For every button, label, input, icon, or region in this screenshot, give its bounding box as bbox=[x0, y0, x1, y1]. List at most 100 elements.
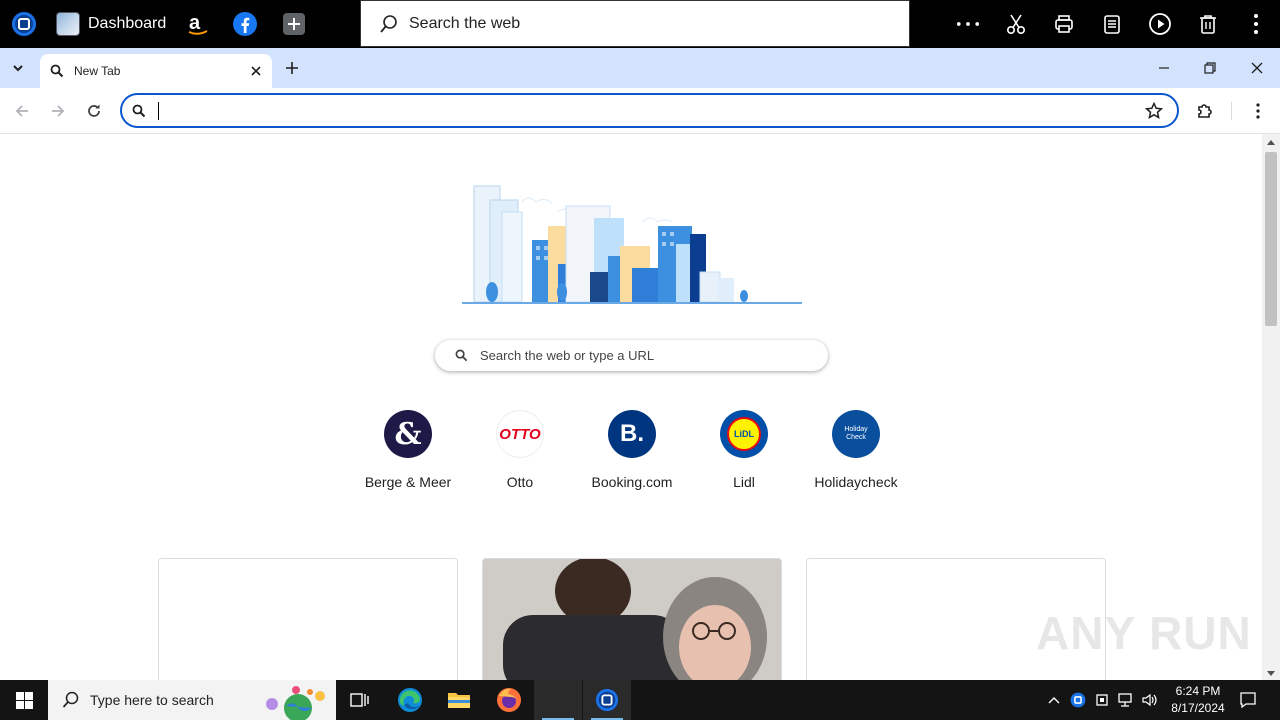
reload-icon bbox=[88, 104, 100, 117]
scrollbar-thumb[interactable] bbox=[1265, 152, 1277, 326]
forward-button[interactable] bbox=[46, 99, 70, 123]
svg-text:a: a bbox=[189, 12, 201, 34]
shortcut-booking[interactable]: B. Booking.com bbox=[576, 410, 688, 490]
dashboard-icon bbox=[56, 12, 80, 36]
firefox-taskbar-button[interactable] bbox=[485, 680, 533, 720]
watermark: ANY RUN bbox=[1036, 607, 1252, 659]
close-window-button[interactable] bbox=[1245, 56, 1269, 80]
shortcut-label: Otto bbox=[506, 474, 534, 490]
shortcut-holidaycheck[interactable]: Holiday Check Holidaycheck bbox=[800, 410, 912, 490]
address-bar[interactable] bbox=[120, 93, 1179, 128]
trash-icon[interactable] bbox=[1196, 12, 1220, 36]
search-icon bbox=[50, 64, 64, 78]
booking-logo-icon: B. bbox=[608, 410, 656, 458]
tab-search-button[interactable] bbox=[6, 56, 30, 80]
feed-card-news-photo[interactable] bbox=[482, 558, 782, 680]
clock-date: 8/17/2024 bbox=[1171, 701, 1225, 715]
edge-taskbar-button[interactable] bbox=[386, 680, 434, 720]
firefox-icon bbox=[497, 688, 521, 712]
browser-toolbar bbox=[0, 88, 1280, 134]
app-logo-icon[interactable] bbox=[10, 10, 38, 38]
close-tab-button[interactable] bbox=[248, 63, 264, 79]
shortcut-label: Lidl bbox=[733, 474, 755, 490]
search-icon bbox=[132, 104, 146, 118]
app-logo-icon bbox=[595, 688, 619, 712]
ntp-search-placeholder: Search the web or type a URL bbox=[480, 348, 655, 363]
app-bar: Dashboard a Search the web bbox=[0, 0, 1280, 48]
network-icon[interactable] bbox=[1116, 690, 1136, 710]
city-skyline-illustration bbox=[462, 185, 802, 304]
system-clock[interactable]: 6:24 PM 8/17/2024 bbox=[1160, 683, 1236, 717]
search-icon bbox=[62, 691, 79, 708]
notifications-button[interactable] bbox=[1238, 690, 1258, 710]
shortcut-label: Holidaycheck bbox=[814, 474, 898, 490]
windows-logo-icon bbox=[15, 691, 33, 709]
notification-icon bbox=[1240, 692, 1256, 709]
close-icon bbox=[251, 66, 261, 76]
web-search-box[interactable]: Search the web bbox=[360, 0, 910, 47]
reload-button[interactable] bbox=[82, 99, 106, 123]
new-tab-button[interactable] bbox=[280, 56, 304, 80]
taskbar-search[interactable]: Type here to search bbox=[48, 680, 336, 720]
clipboard-icon[interactable] bbox=[1100, 12, 1124, 36]
chevron-down-icon bbox=[13, 65, 23, 72]
active-app-taskbar-button[interactable] bbox=[583, 680, 631, 720]
shortcut-berge-meer[interactable]: & Berge & Meer bbox=[352, 410, 464, 490]
back-button[interactable] bbox=[10, 99, 34, 123]
app-taskbar-button[interactable] bbox=[534, 680, 582, 720]
ntp-search-box[interactable]: Search the web or type a URL bbox=[435, 340, 828, 371]
news-photo-image bbox=[483, 559, 781, 680]
browser-menu-button[interactable] bbox=[1246, 99, 1270, 123]
amazon-icon[interactable]: a bbox=[184, 10, 212, 38]
arrow-right-icon bbox=[52, 105, 65, 117]
tab-title: New Tab bbox=[74, 64, 121, 78]
facebook-icon[interactable] bbox=[231, 10, 259, 38]
kebab-menu-icon bbox=[1256, 103, 1260, 119]
taskbar-search-placeholder: Type here to search bbox=[90, 692, 214, 708]
restore-icon bbox=[1204, 62, 1216, 74]
volume-icon[interactable] bbox=[1140, 690, 1160, 710]
bookmark-star-icon[interactable] bbox=[1145, 102, 1163, 120]
close-icon bbox=[1251, 62, 1263, 74]
web-search-placeholder: Search the web bbox=[409, 14, 521, 32]
vertical-scrollbar[interactable] bbox=[1262, 134, 1280, 680]
scroll-down-icon[interactable] bbox=[1267, 671, 1275, 676]
show-hidden-icons-button[interactable] bbox=[1044, 690, 1064, 710]
task-view-button[interactable] bbox=[336, 680, 384, 720]
scroll-up-icon[interactable] bbox=[1267, 140, 1275, 145]
extensions-button[interactable] bbox=[1193, 99, 1217, 123]
text-cursor bbox=[158, 102, 159, 120]
shortcut-label: Booking.com bbox=[591, 474, 673, 490]
folder-icon bbox=[448, 693, 470, 708]
lidl-logo-icon: LiDL bbox=[720, 410, 768, 458]
restore-button[interactable] bbox=[1198, 56, 1222, 80]
cut-icon[interactable] bbox=[1004, 12, 1028, 36]
search-icon bbox=[380, 14, 397, 33]
dashboard-button[interactable]: Dashboard bbox=[56, 12, 166, 36]
edge-icon bbox=[398, 688, 422, 712]
app-tray-icon[interactable] bbox=[1068, 690, 1088, 710]
more-dots-icon[interactable] bbox=[956, 12, 980, 36]
puzzle-icon bbox=[1198, 104, 1212, 118]
kebab-menu-icon[interactable] bbox=[1244, 12, 1268, 36]
minimize-icon bbox=[1159, 67, 1169, 69]
minimize-button[interactable] bbox=[1152, 56, 1176, 80]
chevron-up-icon bbox=[1048, 697, 1060, 704]
usb-device-icon[interactable] bbox=[1092, 690, 1112, 710]
tab-new-tab[interactable]: New Tab bbox=[40, 54, 272, 88]
new-tab-page: Search the web or type a URL & Berge & M… bbox=[0, 134, 1262, 680]
shortcut-otto[interactable]: OTTO Otto bbox=[464, 410, 576, 490]
holidaycheck-logo-icon: Holiday Check bbox=[832, 410, 880, 458]
add-shortcut-button[interactable] bbox=[280, 10, 308, 38]
print-icon[interactable] bbox=[1052, 12, 1076, 36]
search-highlight-icon bbox=[266, 686, 325, 720]
feed-card[interactable] bbox=[158, 558, 458, 680]
plus-icon bbox=[286, 62, 298, 74]
task-view-icon bbox=[350, 693, 369, 707]
shortcut-lidl[interactable]: LiDL Lidl bbox=[688, 410, 800, 490]
play-icon[interactable] bbox=[1148, 12, 1172, 36]
file-explorer-taskbar-button[interactable] bbox=[435, 680, 483, 720]
start-button[interactable] bbox=[0, 680, 48, 720]
arrow-left-icon bbox=[15, 105, 28, 117]
clock-time: 6:24 PM bbox=[1175, 684, 1221, 698]
